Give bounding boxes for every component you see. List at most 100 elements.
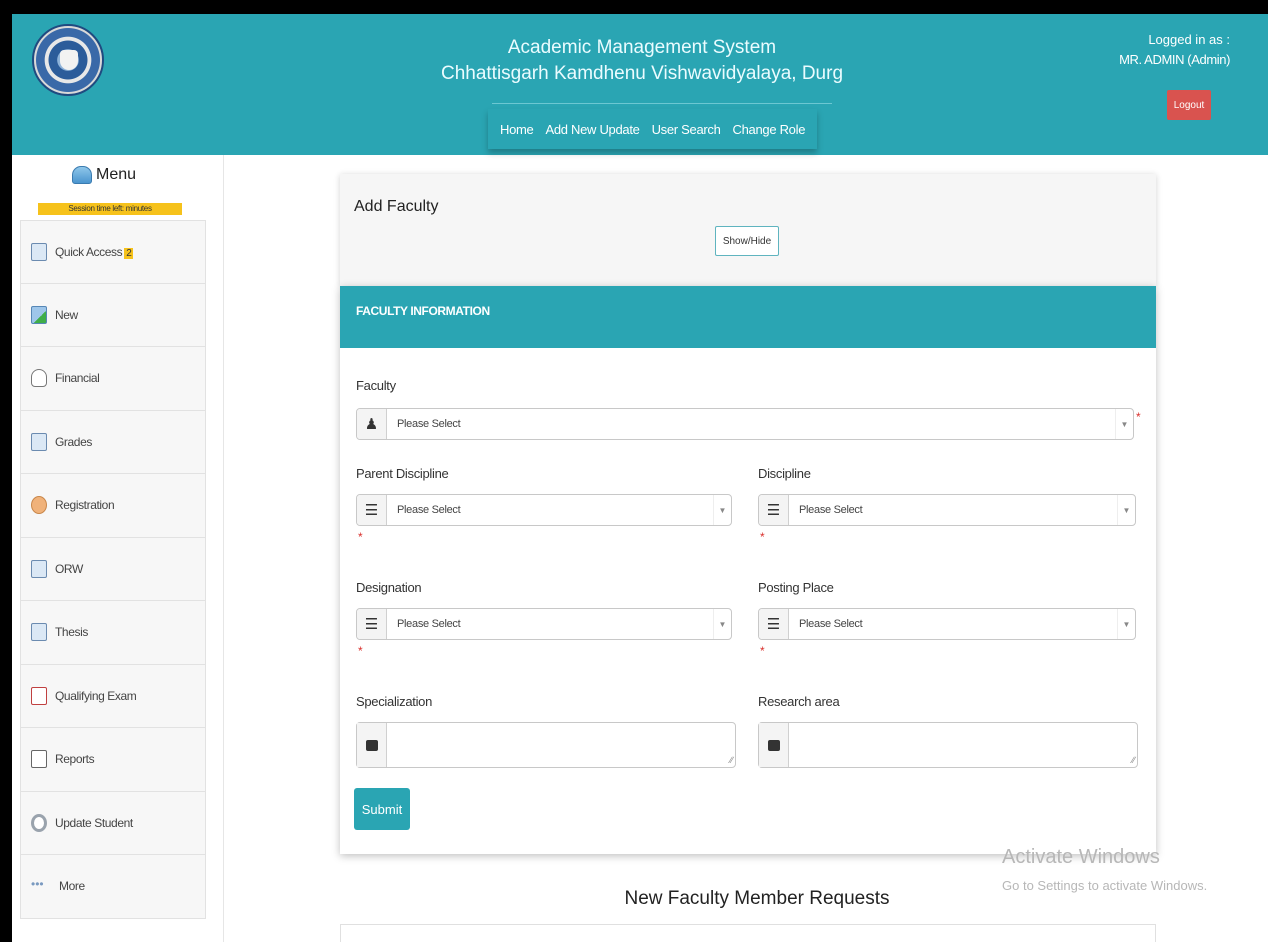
activate-windows-watermark: Activate Windows <box>1002 846 1160 868</box>
show-hide-button[interactable]: Show/Hide <box>715 226 779 256</box>
sidebar-item-label: New <box>55 307 78 322</box>
home-icon <box>72 166 92 184</box>
orw-icon <box>31 559 47 578</box>
sidebar-item-quick-access[interactable]: Quick Access 2 <box>20 220 206 284</box>
title-divider <box>492 103 832 104</box>
sidebar-item-label: More <box>59 879 85 894</box>
add-faculty-panel: Add Faculty Show/Hide <box>340 174 1156 286</box>
new-doc-icon <box>31 305 47 324</box>
faculty-label: Faculty <box>356 378 396 393</box>
form-header: FACULTY INFORMATION <box>340 286 1156 348</box>
sidebar-item-grades[interactable]: Grades <box>20 410 206 474</box>
required-marker: * <box>760 644 765 658</box>
discipline-label: Discipline <box>758 466 811 481</box>
grades-icon <box>31 432 47 451</box>
sidebar-item-financial[interactable]: Financial <box>20 347 206 411</box>
submit-button[interactable]: Submit <box>354 788 410 830</box>
resize-grip-icon[interactable]: ∕∕ <box>1132 755 1135 765</box>
faculty-select-value: Please Select <box>397 418 461 430</box>
sidebar-item-update-student[interactable]: Update Student <box>20 791 206 855</box>
nav-change-role[interactable]: Change Role <box>727 122 812 137</box>
list-icon: ☰ <box>357 609 387 639</box>
chevron-down-icon: ▼ <box>713 609 731 639</box>
posting-place-label: Posting Place <box>758 580 834 595</box>
sidebar-item-more[interactable]: ••• More <box>20 855 206 919</box>
sidebar-item-label: Update Student <box>55 815 133 830</box>
top-nav: Home Add New Update User Search Change R… <box>488 109 817 149</box>
research-area-textarea[interactable]: ∕∕ <box>758 722 1138 768</box>
sidebar-item-orw[interactable]: ORW <box>20 537 206 601</box>
sidebar-item-label: Registration <box>55 498 115 513</box>
chevron-down-icon: ▼ <box>1117 495 1135 525</box>
university-name: Chhattisgarh Kamdhenu Vishwavidyalaya, D… <box>440 63 844 84</box>
faculty-select[interactable]: ♟ Please Select ▼ <box>356 408 1134 440</box>
research-area-label: Research area <box>758 694 840 709</box>
logged-in-label: Logged in as : <box>1148 32 1230 47</box>
app-window: Academic Management System Chhattisgarh … <box>12 14 1268 942</box>
required-marker: * <box>760 530 765 544</box>
sidebar-item-reports[interactable]: Reports <box>20 728 206 792</box>
sidebar-item-label: Thesis <box>55 625 88 640</box>
chevron-down-icon: ▼ <box>713 495 731 525</box>
designation-select-value: Please Select <box>397 618 461 630</box>
nav-home[interactable]: Home <box>494 122 539 137</box>
discipline-select-value: Please Select <box>799 504 863 516</box>
parent-discipline-label: Parent Discipline <box>356 466 449 481</box>
update-student-icon <box>31 813 47 832</box>
menu-header: Menu <box>72 163 136 187</box>
more-icon: ••• <box>31 877 44 892</box>
nav-add-new-update[interactable]: Add New Update <box>539 122 645 137</box>
chevron-down-icon: ▼ <box>1115 409 1133 439</box>
sidebar-item-registration[interactable]: Registration <box>20 474 206 538</box>
parent-discipline-select-value: Please Select <box>397 504 461 516</box>
required-marker: * <box>1136 410 1141 424</box>
parent-discipline-select[interactable]: ☰ Please Select ▼ <box>356 494 732 526</box>
chevron-down-icon: ▼ <box>1117 609 1135 639</box>
university-logo <box>32 24 104 96</box>
sidebar-item-thesis[interactable]: Thesis <box>20 601 206 665</box>
nav-user-search[interactable]: User Search <box>646 122 727 137</box>
sidebar-item-label: Reports <box>55 752 95 767</box>
list-icon: ☰ <box>759 495 789 525</box>
logged-in-user: MR. ADMIN (Admin) <box>1119 52 1230 67</box>
page-title: Add Faculty <box>354 198 439 215</box>
designation-select[interactable]: ☰ Please Select ▼ <box>356 608 732 640</box>
sidebar-item-label: ORW <box>55 561 83 576</box>
faculty-information-form: FACULTY INFORMATION Faculty ♟ Please Sel… <box>340 286 1156 854</box>
requests-section-title: New Faculty Member Requests <box>624 888 890 909</box>
designation-label: Designation <box>356 580 422 595</box>
sidebar-item-label: Qualifying Exam <box>55 688 137 703</box>
menu-list: Quick Access 2 New Financial Grades Regis… <box>20 220 206 919</box>
sidebar-item-new[interactable]: New <box>20 283 206 347</box>
activate-windows-hint: Go to Settings to activate Windows. <box>1002 878 1208 893</box>
required-marker: * <box>358 644 363 658</box>
id-card-icon <box>357 723 387 767</box>
registration-icon <box>31 496 47 515</box>
discipline-select[interactable]: ☰ Please Select ▼ <box>758 494 1136 526</box>
thesis-icon <box>31 623 47 642</box>
form-header-title: FACULTY INFORMATION <box>356 304 490 318</box>
specialization-label: Specialization <box>356 694 433 709</box>
menu-title: Menu <box>96 166 137 183</box>
required-marker: * <box>358 530 363 544</box>
requests-panel <box>340 924 1156 942</box>
sidebar-item-label: Grades <box>55 434 92 449</box>
sidebar-item-label: Financial <box>55 371 100 386</box>
id-card-icon <box>759 723 789 767</box>
reports-icon <box>31 750 47 769</box>
sidebar: Menu Session time left: minutes Quick Ac… <box>12 155 224 942</box>
quick-access-count-badge: 2 <box>124 247 134 259</box>
logout-button[interactable]: Logout <box>1167 90 1211 120</box>
user-icon: ♟ <box>357 409 387 439</box>
list-icon: ☰ <box>759 609 789 639</box>
qualifying-exam-icon <box>31 686 47 705</box>
session-timer-badge: Session time left: minutes <box>38 203 182 215</box>
resize-grip-icon[interactable]: ∕∕ <box>730 755 733 765</box>
quick-access-icon <box>31 242 47 261</box>
specialization-textarea[interactable]: ∕∕ <box>356 722 736 768</box>
sidebar-item-qualifying-exam[interactable]: Qualifying Exam <box>20 664 206 728</box>
posting-place-select-value: Please Select <box>799 618 863 630</box>
posting-place-select[interactable]: ☰ Please Select ▼ <box>758 608 1136 640</box>
list-icon: ☰ <box>357 495 387 525</box>
financial-icon <box>31 369 47 388</box>
